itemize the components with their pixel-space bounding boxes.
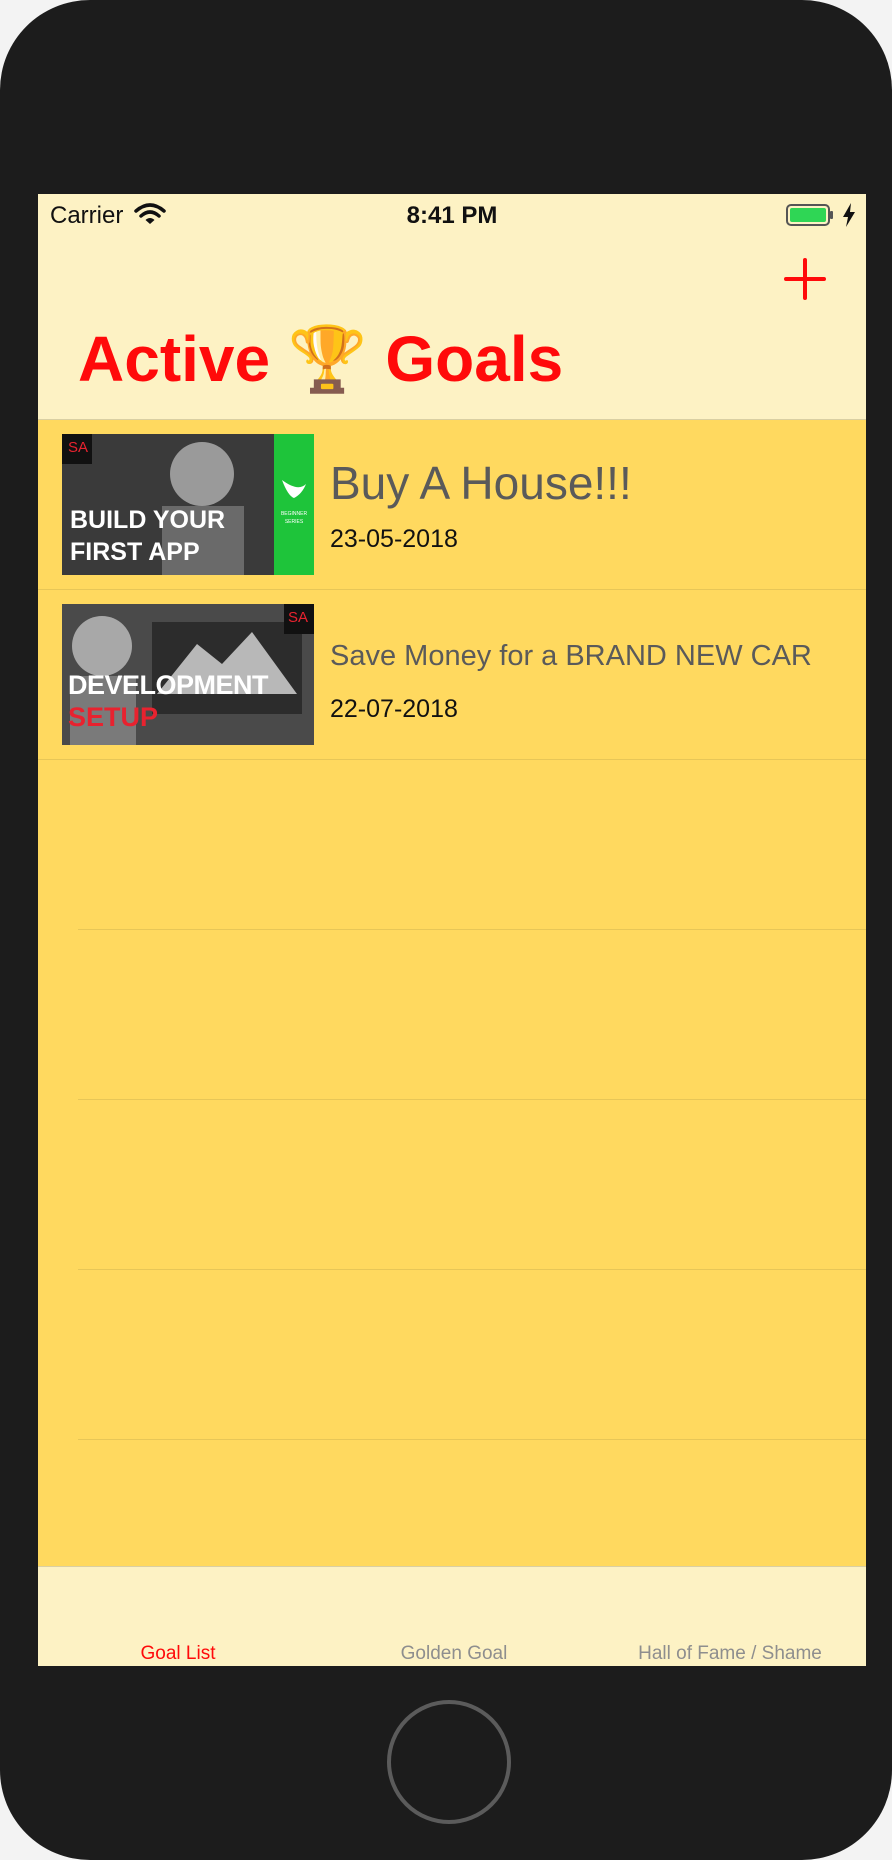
tab-goal-list[interactable]: Goal List	[78, 1643, 278, 1665]
tab-golden-goal[interactable]: Golden Goal	[354, 1643, 554, 1665]
status-time: 8:41 PM	[406, 202, 498, 229]
goal-thumbnail: SA BEGINNER SERIES BUILD YOUR FIRST APP	[62, 434, 314, 575]
empty-row	[78, 930, 866, 1100]
add-goal-button[interactable]	[780, 254, 830, 304]
thumbnail-side-text: BEGINNER SERIES	[280, 511, 308, 525]
navigation-bar: Active 🏆 Goals	[38, 236, 866, 420]
thumbnail-line1: DEVELOPMENT	[68, 670, 269, 700]
phone-frame: Carrier 8:41 PM Active 🏆 Goals SA BEGINN…	[0, 0, 892, 1860]
thumbnail-badge: SA	[68, 439, 89, 456]
goal-title: Buy A House!!!	[330, 457, 632, 509]
empty-row	[78, 1100, 866, 1270]
empty-row	[78, 760, 866, 930]
goal-date: 22-07-2018	[330, 695, 458, 723]
thumbnail-line2: FIRST APP	[70, 538, 200, 566]
thumbnail-badge: SA	[288, 609, 309, 626]
tab-bar: Goal List Golden Goal Hall of Fame / Sha…	[38, 1566, 866, 1666]
goals-table: SA BEGINNER SERIES BUILD YOUR FIRST APP …	[38, 420, 866, 1560]
goal-row[interactable]: SA BEGINNER SERIES BUILD YOUR FIRST APP …	[38, 420, 866, 590]
goal-row[interactable]: SA DEVELOPMENT SETUP Save Money for a BR…	[38, 590, 866, 760]
thumbnail-line2: SETUP	[68, 702, 159, 732]
goal-title: Save Money for a BRAND NEW CAR	[330, 640, 812, 672]
goal-thumbnail: SA DEVELOPMENT SETUP	[62, 604, 314, 745]
battery-icon	[786, 204, 833, 226]
empty-row	[78, 1270, 866, 1440]
goal-date: 23-05-2018	[330, 525, 458, 553]
thumbnail-line1: BUILD YOUR	[70, 506, 226, 534]
status-bar: Carrier 8:41 PM	[38, 194, 866, 236]
tab-hall-of-fame[interactable]: Hall of Fame / Shame	[610, 1643, 850, 1665]
page-title: Active 🏆 Goals	[78, 323, 564, 395]
app-screen: Carrier 8:41 PM Active 🏆 Goals SA BEGINN…	[38, 194, 866, 1666]
home-button[interactable]	[387, 1700, 511, 1824]
charging-bolt-icon	[843, 203, 855, 227]
